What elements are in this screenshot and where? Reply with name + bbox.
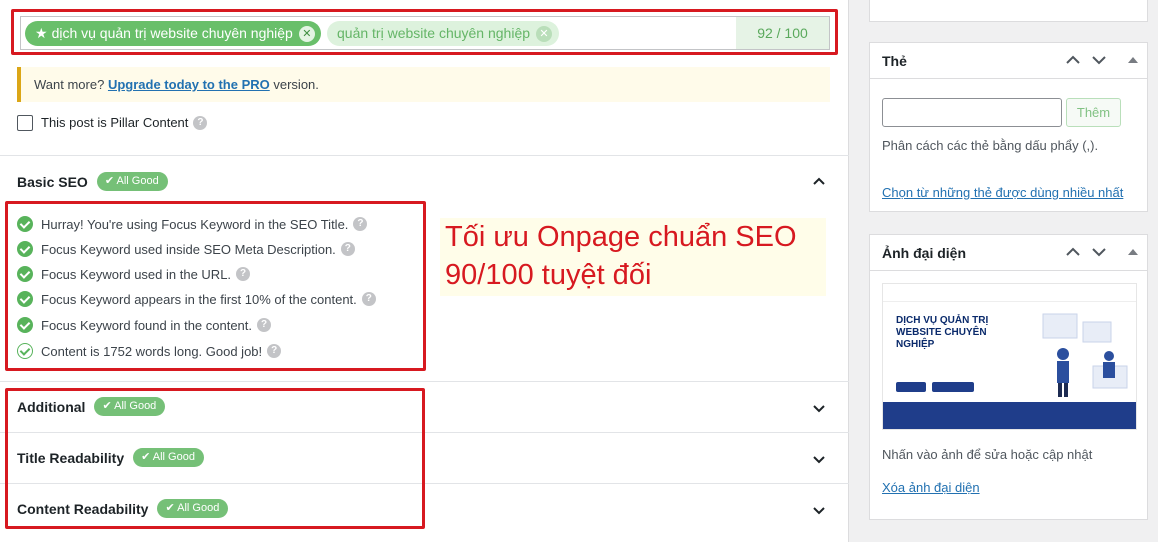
upgrade-notice: Want more? Upgrade today to the PRO vers… (17, 67, 830, 102)
list-item: Content is 1752 words long. Good job!? (17, 342, 282, 360)
illustration-icon (1042, 313, 1128, 397)
help-icon[interactable]: ? (193, 116, 208, 130)
toggle-panel-icon[interactable] (1128, 249, 1138, 255)
chevron-down-icon[interactable] (812, 401, 826, 415)
tags-metabox-header: Thẻ (870, 43, 1147, 79)
check-circle-outline-icon (17, 343, 33, 359)
tags-title: Thẻ (882, 53, 907, 69)
pillar-content-checkbox[interactable] (17, 115, 33, 131)
help-icon[interactable]: ? (236, 267, 251, 281)
featured-image-thumbnail[interactable]: DỊCH VỤ QUẢN TRỊ WEBSITE CHUYÊN NGHIỆP (882, 283, 1137, 430)
tags-metabox: Thẻ Thêm Phân cách các thẻ bằng dấu phẩy… (869, 42, 1148, 212)
sidebar-card-previous (869, 0, 1148, 22)
featured-image-metabox-header: Ảnh đại diện (870, 235, 1147, 271)
move-down-icon[interactable] (1090, 51, 1108, 69)
seo-panel: ★ dịch vụ quản trị website chuyên nghiệp ✕… (0, 0, 849, 542)
divider (0, 155, 849, 156)
list-item: Focus Keyword appears in the first 10% o… (17, 290, 376, 308)
help-icon[interactable]: ? (257, 318, 272, 332)
subsections-highlight (5, 388, 425, 529)
upgrade-link[interactable]: Upgrade today to the PRO (108, 77, 270, 92)
most-used-tags-link[interactable]: Chọn từ những thẻ được dùng nhiều nhất (882, 185, 1123, 200)
tags-hint: Phân cách các thẻ bằng dấu phẩy (,). (882, 138, 1099, 153)
check-circle-icon (17, 216, 33, 232)
check-circle-icon (17, 291, 33, 307)
focus-keyword-highlight: ★ dịch vụ quản trị website chuyên nghiệp ✕… (11, 9, 838, 55)
pillar-content-option[interactable]: This post is Pillar Content ? (17, 114, 208, 132)
move-up-icon[interactable] (1064, 243, 1082, 261)
list-item: Hurray! You're using Focus Keyword in th… (17, 215, 368, 233)
help-icon[interactable]: ? (361, 292, 376, 306)
focus-keyword-tag-secondary[interactable]: quản trị website chuyên nghiệp ✕ (327, 21, 559, 46)
check-circle-icon (17, 266, 33, 282)
list-item: Focus Keyword used in the URL.? (17, 265, 251, 283)
thumbnail-footer (883, 402, 1136, 429)
move-down-icon[interactable] (1090, 243, 1108, 261)
chevron-down-icon[interactable] (812, 503, 826, 517)
help-icon[interactable]: ? (340, 242, 355, 256)
chevron-down-icon[interactable] (812, 452, 826, 466)
pillar-content-label: This post is Pillar Content (41, 115, 189, 130)
move-up-icon[interactable] (1064, 51, 1082, 69)
focus-keyword-tag-primary[interactable]: ★ dịch vụ quản trị website chuyên nghiệp ✕ (25, 21, 321, 46)
help-icon[interactable]: ? (267, 344, 282, 358)
toggle-panel-icon[interactable] (1128, 57, 1138, 63)
featured-image-title: Ảnh đại diện (882, 245, 966, 261)
thumbnail-heading: DỊCH VỤ QUẢN TRỊ WEBSITE CHUYÊN NGHIỆP (896, 315, 989, 350)
check-circle-icon (17, 317, 33, 333)
help-icon[interactable]: ? (353, 217, 368, 231)
divider (0, 381, 849, 382)
tag-input[interactable] (882, 98, 1062, 127)
thumbnail-button (932, 382, 974, 392)
featured-image-metabox: Ảnh đại diện DỊCH VỤ QUẢN TRỊ WEBSITE CH… (869, 234, 1148, 520)
focus-keyword-input[interactable]: ★ dịch vụ quản trị website chuyên nghiệp ✕… (20, 16, 830, 50)
seo-score: 92 / 100 (736, 17, 829, 49)
featured-image-hint: Nhấn vào ảnh để sửa hoặc cập nhật (882, 447, 1093, 462)
promo-callout: Tối ưu Onpage chuẩn SEO 90/100 tuyệt đối (440, 218, 826, 296)
remove-featured-image-link[interactable]: Xóa ảnh đại diện (882, 480, 980, 495)
status-badge: ✔ All Good (96, 172, 168, 191)
check-circle-icon (17, 241, 33, 257)
chevron-up-icon[interactable] (812, 175, 826, 189)
thumbnail-button (896, 382, 926, 392)
remove-tag-icon[interactable]: ✕ (536, 26, 553, 42)
remove-tag-icon[interactable]: ✕ (298, 26, 315, 42)
thumbnail-nav (883, 284, 1136, 302)
star-icon: ★ (35, 25, 48, 41)
section-basic-seo-header[interactable]: Basic SEO ✔ All Good (17, 172, 168, 191)
list-item: Focus Keyword used inside SEO Meta Descr… (17, 240, 355, 258)
list-item: Focus Keyword found in the content.? (17, 316, 272, 334)
add-tag-button[interactable]: Thêm (1066, 98, 1121, 127)
